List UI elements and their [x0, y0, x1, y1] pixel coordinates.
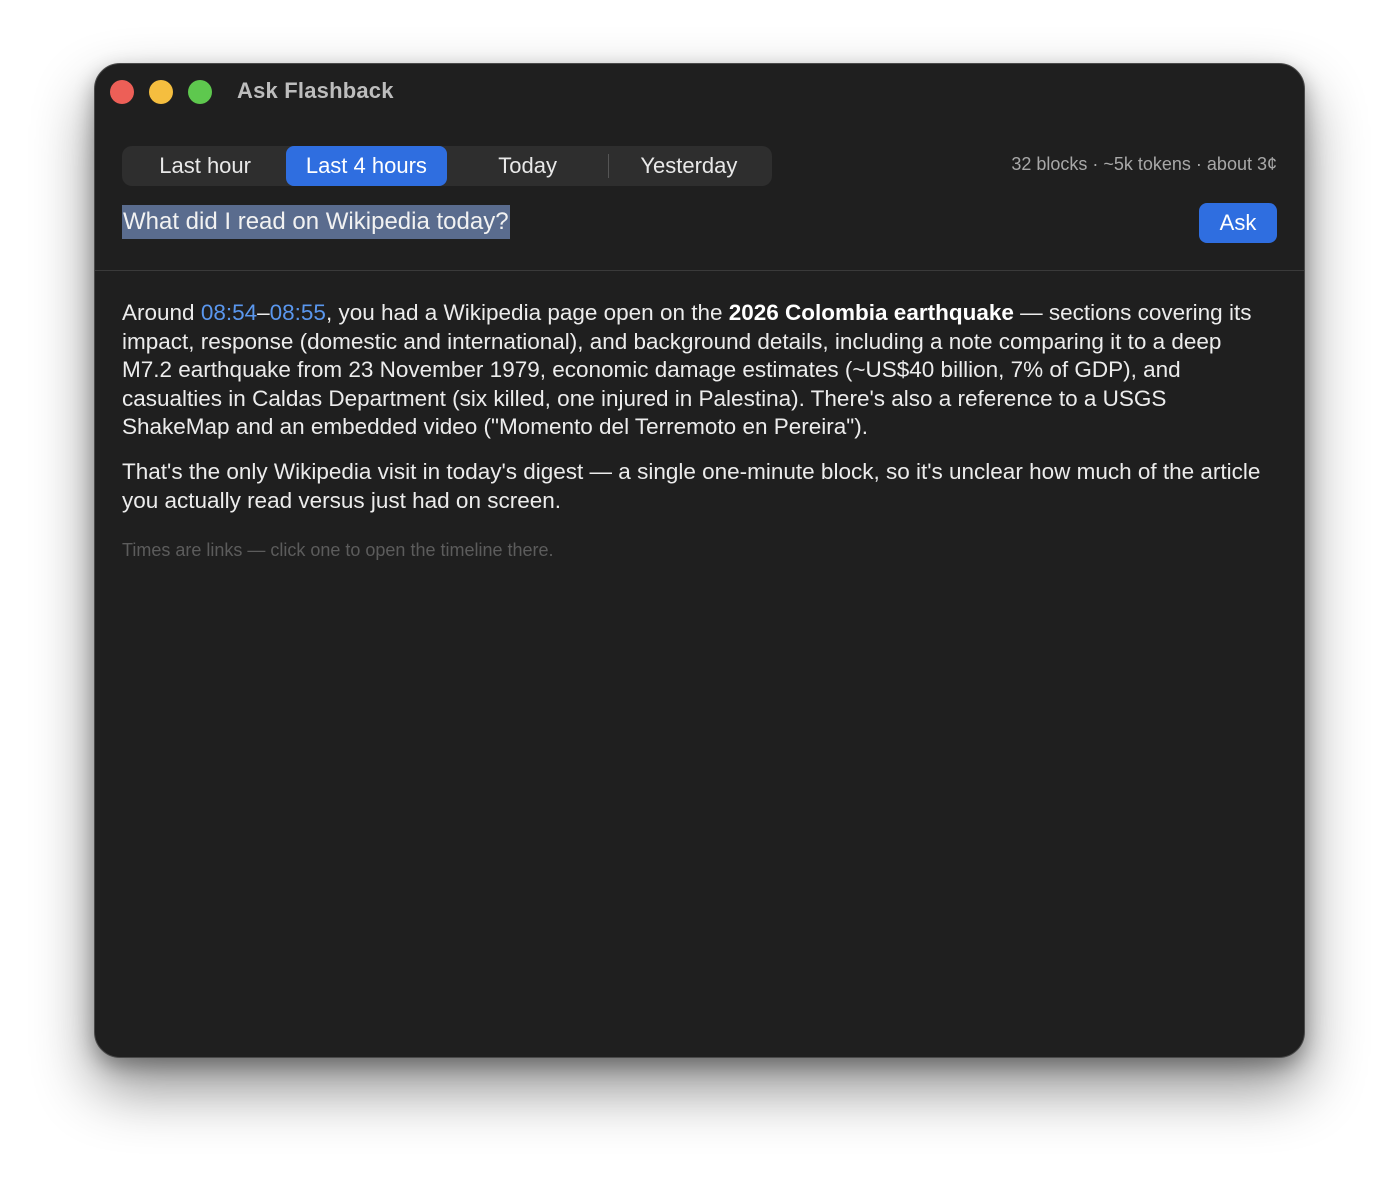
answer-paragraph: Around 08:54–08:55, you had a Wikipedia …	[122, 299, 1272, 442]
article-title: 2026 Colombia earthquake	[728, 300, 1014, 325]
answer-text-run: Around	[122, 300, 201, 325]
answer-text-run: , you had a Wikipedia page open on the	[325, 300, 729, 325]
time-range-dash: –	[257, 300, 270, 325]
time-range-selector: Last hour Last 4 hours Today Yesterday	[122, 146, 772, 186]
divider	[95, 270, 1304, 271]
close-window-button[interactable]	[110, 80, 134, 104]
usage-stats: 32 blocks · ~5k tokens · about 3¢	[1011, 154, 1277, 174]
answer-text: Around 08:54–08:55, you had a Wikipedia …	[122, 299, 1272, 531]
tab-today[interactable]: Today	[448, 146, 608, 186]
tab-last-hour[interactable]: Last hour	[125, 146, 285, 186]
ask-flashback-window: Ask Flashback Last hour Last 4 hours Tod…	[94, 63, 1305, 1058]
links-hint: Times are links — click one to open the …	[122, 540, 554, 560]
tab-yesterday[interactable]: Yesterday	[609, 146, 769, 186]
time-link-end[interactable]: 08:55	[270, 300, 326, 325]
ask-button[interactable]: Ask	[1199, 203, 1277, 243]
title-bar[interactable]: Ask Flashback	[95, 64, 1304, 120]
question-input[interactable]: What did I read on Wikipedia today?	[122, 205, 510, 239]
minimize-window-button[interactable]	[149, 80, 173, 104]
tab-last-4-hours[interactable]: Last 4 hours	[286, 146, 447, 186]
answer-paragraph: That's the only Wikipedia visit in today…	[122, 458, 1261, 513]
time-link-start[interactable]: 08:54	[201, 300, 257, 325]
zoom-window-button[interactable]	[188, 80, 212, 104]
window-title: Ask Flashback	[237, 78, 394, 103]
